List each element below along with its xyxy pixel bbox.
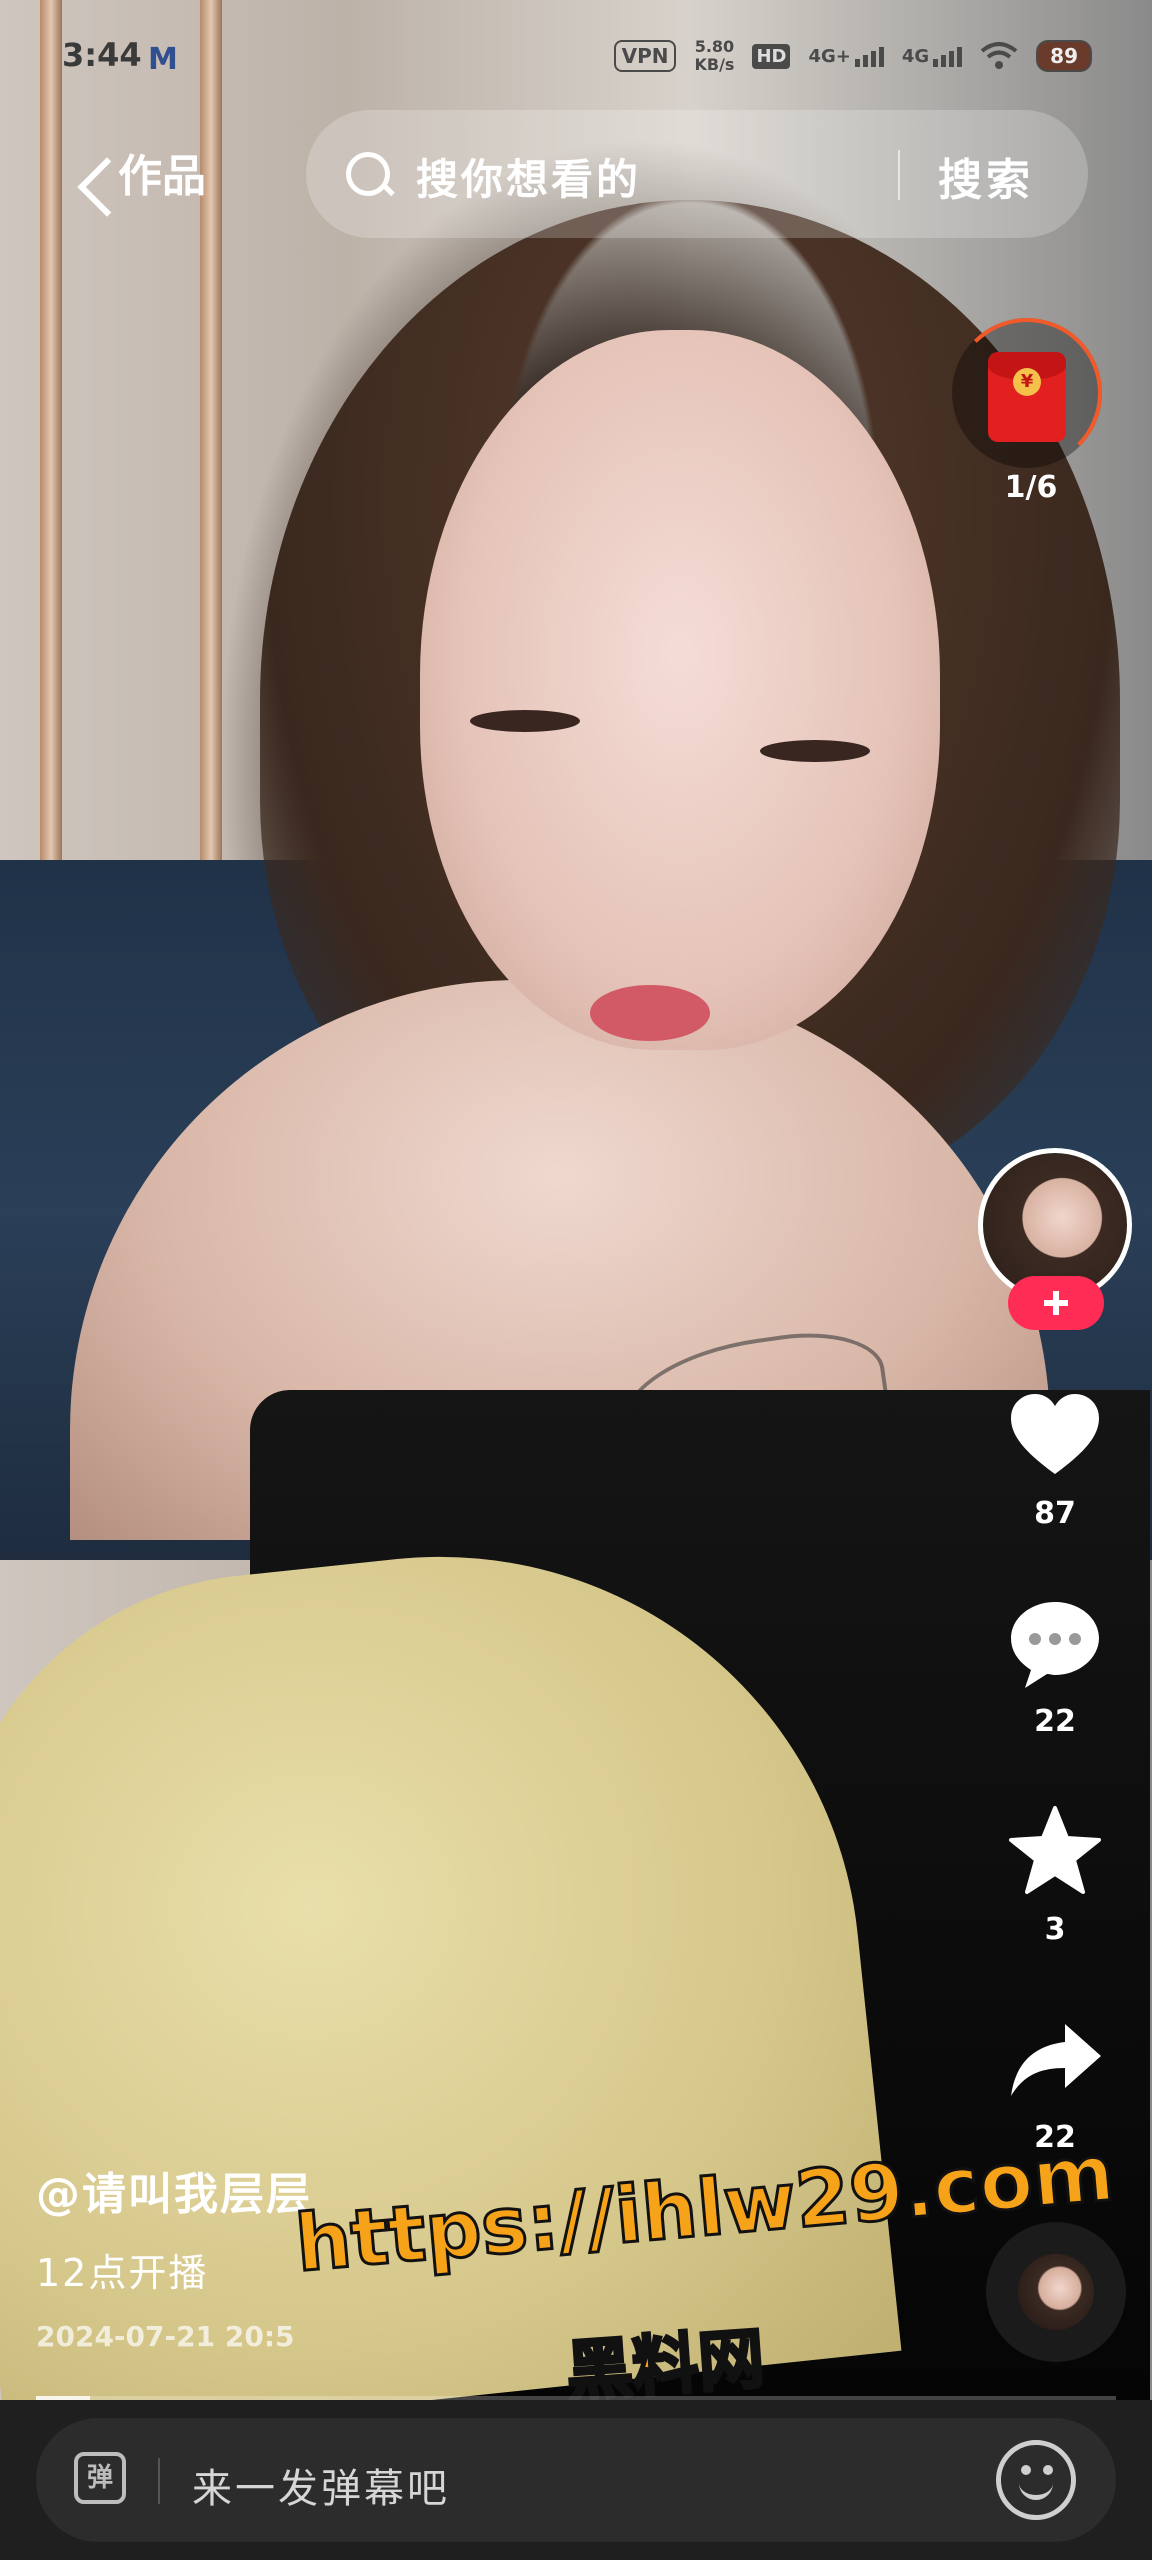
danmaku-toggle-icon[interactable]: 弹 (74, 2452, 126, 2504)
network-speed-value: 5.80 (694, 37, 735, 56)
comment-bubble-icon (1011, 1602, 1099, 1688)
author-name[interactable]: @请叫我层层 (36, 2158, 312, 2222)
wifi-icon (980, 42, 1018, 69)
status-time: 3:44 (62, 36, 142, 74)
status-indicators: VPN 5.80 KB/s HD 4G+ 4G 89 (613, 38, 1092, 74)
signal-4g-icon: 4G (901, 45, 963, 67)
like-button[interactable]: 87 (990, 1386, 1120, 1531)
danmaku-input-container[interactable]: 弹 来一发弹幕吧 (36, 2418, 1116, 2542)
smiley-icon[interactable] (996, 2440, 1076, 2520)
back-button[interactable] (40, 130, 137, 220)
signal-4g-label: 4G (901, 45, 930, 67)
signal-4g-plus-icon: 4G+ (808, 45, 884, 67)
comment-button[interactable]: 22 (990, 1594, 1120, 1739)
red-packet-count: 1/6 (1004, 470, 1058, 505)
page-title: 作品 (118, 151, 206, 202)
star-icon (1009, 1806, 1101, 1894)
signal-4g-plus-label: 4G+ (808, 45, 851, 67)
music-disc[interactable] (986, 2222, 1126, 2362)
vpn-icon: VPN (613, 40, 677, 72)
bottom-bar: 弹 来一发弹幕吧 (0, 2400, 1152, 2560)
network-speed: 5.80 KB/s (694, 38, 734, 74)
video-caption: 12点开播 (36, 2251, 209, 2295)
red-envelope-icon: ¥ (988, 352, 1066, 442)
video-date: 2024-07-21 20:5 (36, 2320, 295, 2353)
favorite-button[interactable]: 3 (990, 1802, 1120, 1947)
music-disc-cover (1018, 2254, 1094, 2330)
share-arrow-icon (1011, 2024, 1101, 2096)
danmaku-input[interactable]: 来一发弹幕吧 (192, 2456, 450, 2514)
comment-count: 22 (1034, 1704, 1076, 1739)
hd-voice-icon: HD (752, 43, 791, 69)
subject-lips (590, 985, 710, 1041)
red-packet-button[interactable]: ¥ (952, 318, 1102, 468)
status-bar: 3:44 M VPN 5.80 KB/s HD 4G+ 4G 89 (0, 0, 1152, 120)
search-icon (346, 152, 390, 196)
favorite-count: 3 (1044, 1912, 1066, 1947)
heart-icon (1011, 1394, 1099, 1474)
search-button[interactable]: 搜索 (938, 144, 1034, 208)
subject-eye-left (470, 710, 580, 732)
battery-indicator: 89 (1036, 40, 1092, 72)
network-speed-unit: KB/s (694, 55, 735, 74)
like-count: 87 (1034, 1496, 1076, 1531)
follow-button[interactable] (1008, 1276, 1104, 1330)
yuan-coin-icon: ¥ (1013, 368, 1041, 396)
subject-eye-right (760, 740, 870, 762)
search-input[interactable]: 搜你想看的 (416, 146, 641, 207)
danmaku-divider (158, 2458, 160, 2504)
mail-app-icon: M (148, 42, 178, 77)
search-bar[interactable]: 搜你想看的 搜索 (306, 110, 1088, 238)
top-nav: 作品 搜你想看的 搜索 (0, 110, 1152, 240)
search-divider (898, 150, 900, 200)
subject-face (420, 330, 940, 1050)
